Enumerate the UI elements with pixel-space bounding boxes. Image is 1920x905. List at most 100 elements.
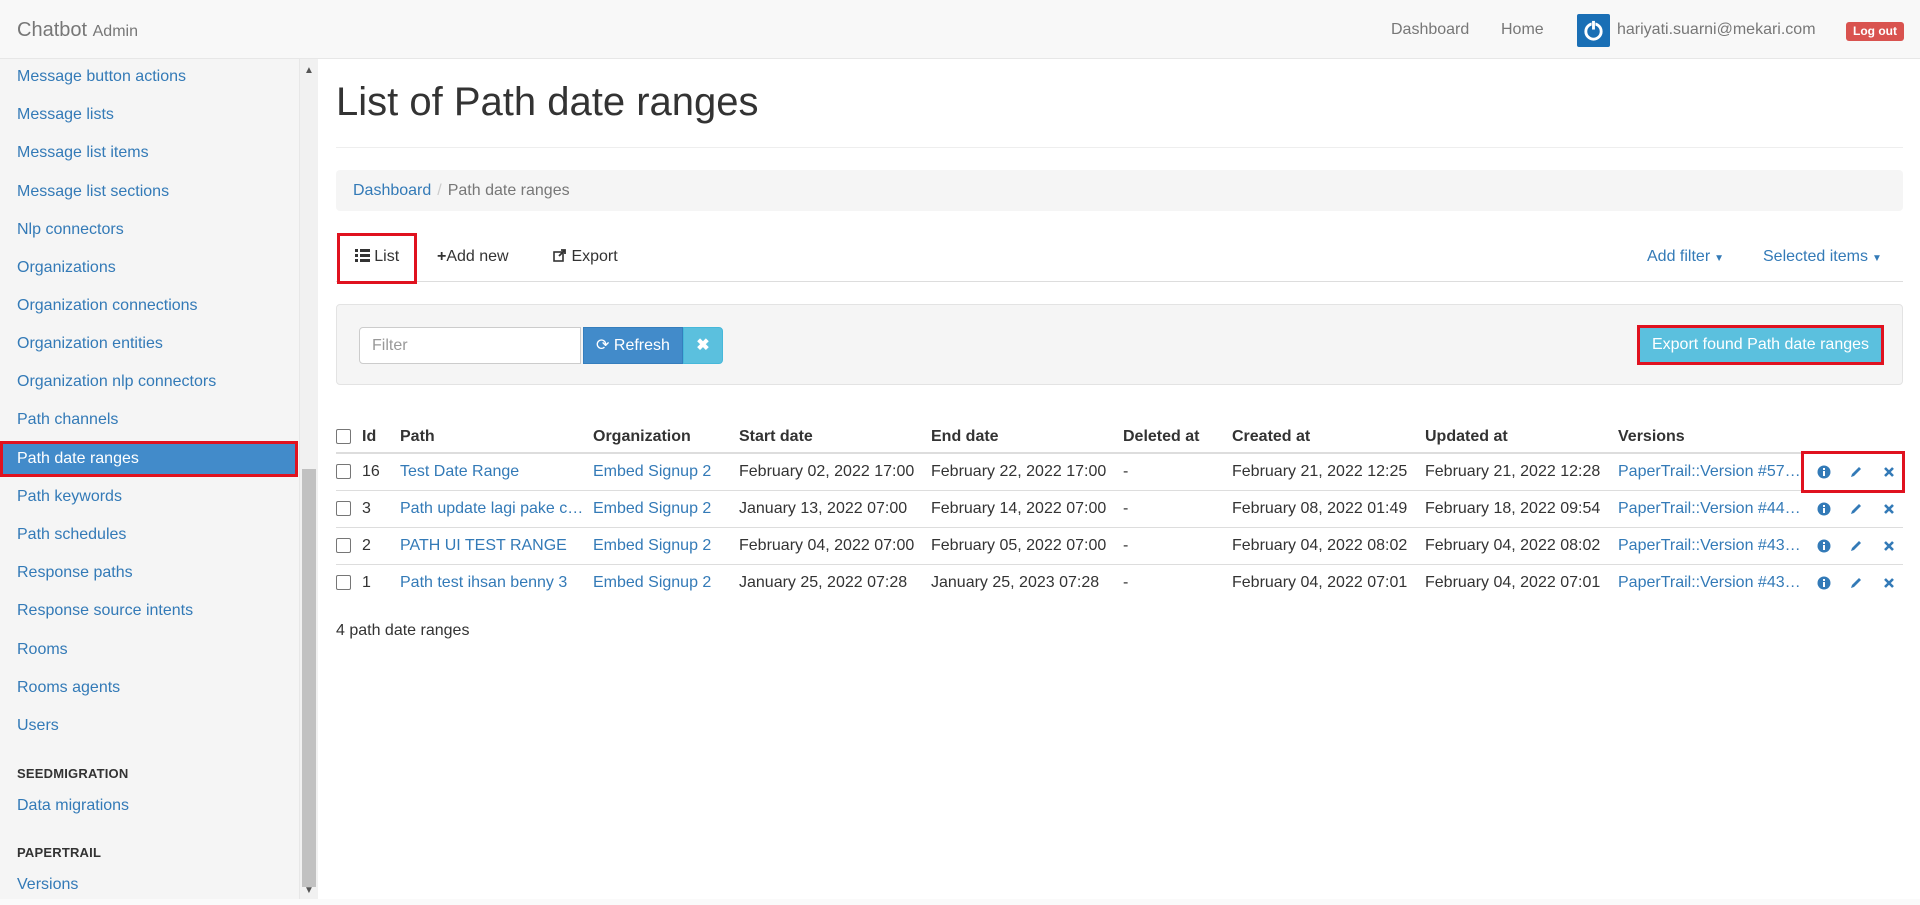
scroll-up-arrow-icon[interactable]: ▲ [304, 65, 314, 76]
cell-versions-link[interactable]: PaperTrail::Version #44… [1618, 500, 1801, 517]
sidebar-item-path-date-ranges[interactable]: Path date ranges [0, 441, 298, 477]
info-icon[interactable] [1817, 465, 1831, 479]
row-checkbox[interactable] [336, 538, 351, 554]
delete-icon[interactable] [1882, 576, 1896, 590]
breadcrumb-dashboard-link[interactable]: Dashboard [353, 182, 431, 199]
cell-updated-at: February 18, 2022 09:54 [1425, 490, 1618, 528]
filter-input[interactable] [359, 327, 581, 364]
info-icon[interactable] [1817, 576, 1831, 590]
column-header-updated-at[interactable]: Updated at [1425, 410, 1618, 454]
pencil-icon[interactable] [1849, 539, 1863, 553]
nav-dashboard-link[interactable]: Dashboard [1391, 21, 1469, 39]
sidebar-item-nlp-connectors[interactable]: Nlp connectors [0, 212, 298, 248]
title-divider [336, 147, 1903, 148]
sidebar-item-response-source-intents[interactable]: Response source intents [0, 593, 298, 629]
pencil-icon[interactable] [1849, 502, 1863, 516]
sidebar-item-message-lists[interactable]: Message lists [0, 97, 298, 133]
sidebar-item-path-schedules[interactable]: Path schedules [0, 517, 298, 553]
sidebar-item-organization-connections[interactable]: Organization connections [0, 288, 298, 324]
sidebar-item-data-migrations[interactable]: Data migrations [0, 788, 298, 824]
page-title: List of Path date ranges [336, 80, 759, 124]
plus-icon: + [437, 248, 447, 265]
sidebar-item-users[interactable]: Users [0, 708, 298, 744]
column-header-organization[interactable]: Organization [593, 410, 739, 454]
tab-export-label: Export [571, 248, 618, 265]
column-header-deleted-at[interactable]: Deleted at [1123, 410, 1232, 454]
cell-end-date: February 14, 2022 07:00 [931, 490, 1123, 528]
cell-path-link[interactable]: Path test ihsan benny 3 [400, 574, 567, 591]
cell-id: 3 [362, 490, 400, 528]
select-all-checkbox[interactable] [336, 429, 351, 445]
sidebar-item-path-keywords[interactable]: Path keywords [0, 479, 298, 515]
breadcrumb-current: Path date ranges [447, 182, 570, 199]
pencil-icon[interactable] [1849, 465, 1863, 479]
info-icon[interactable] [1817, 502, 1831, 516]
delete-icon[interactable] [1882, 539, 1896, 553]
export-found-button[interactable]: Export found Path date ranges [1637, 325, 1884, 365]
column-header-created-at[interactable]: Created at [1232, 410, 1425, 454]
cell-organization-link[interactable]: Embed Signup 2 [593, 574, 711, 591]
sidebar-item-rooms-agents[interactable]: Rooms agents [0, 670, 298, 706]
row-actions [1801, 451, 1905, 493]
sidebar-item-message-button-actions[interactable]: Message button actions [0, 59, 298, 95]
cell-updated-at: February 04, 2022 07:01 [1425, 564, 1618, 601]
row-checkbox[interactable] [336, 501, 351, 517]
tab-list[interactable]: List [337, 233, 417, 284]
add-filter-dropdown[interactable]: Add filter ▼ [1647, 233, 1724, 281]
cell-start-date: January 13, 2022 07:00 [739, 490, 931, 528]
cell-created-at: February 04, 2022 07:01 [1232, 564, 1425, 601]
cell-path-link[interactable]: PATH UI TEST RANGE [400, 537, 567, 554]
add-filter-label: Add filter [1647, 248, 1711, 265]
clear-filter-button[interactable]: ✖ [683, 327, 723, 364]
sidebar-item-versions[interactable]: Versions [0, 867, 298, 903]
delete-icon[interactable] [1882, 465, 1896, 479]
column-header-versions[interactable]: Versions [1618, 410, 1803, 454]
column-header-start-date[interactable]: Start date [739, 410, 931, 454]
row-checkbox-cell [336, 564, 362, 601]
avatar[interactable] [1577, 14, 1610, 47]
caret-down-icon: ▼ [1714, 253, 1725, 264]
sidebar-scrollbar[interactable]: ▲ ▼ [300, 59, 318, 905]
action-tabs: List +Add new Export Add filter ▼ Selecte… [336, 233, 1903, 284]
table-header-row: Id Path Organization Start date End date… [336, 410, 1903, 454]
cell-path-link[interactable]: Test Date Range [400, 463, 519, 480]
table-row: 1 Path test ihsan benny 3 Embed Signup 2… [336, 564, 1903, 601]
cell-created-at: February 04, 2022 08:02 [1232, 527, 1425, 565]
delete-icon[interactable] [1882, 502, 1896, 516]
brand[interactable]: Chatbot Admin [17, 19, 138, 42]
logout-button[interactable]: Log out [1846, 22, 1904, 41]
user-email[interactable]: hariyati.suarni@mekari.com [1617, 21, 1816, 39]
sidebar-item-organization-entities[interactable]: Organization entities [0, 326, 298, 362]
info-icon[interactable] [1817, 539, 1831, 553]
select-all-checkbox-cell [336, 410, 362, 454]
refresh-button[interactable]: ⟳ Refresh [583, 327, 683, 364]
tab-export[interactable]: Export [553, 233, 618, 281]
sidebar-item-organizations[interactable]: Organizations [0, 250, 298, 286]
sidebar-item-message-list-items[interactable]: Message list items [0, 135, 298, 171]
column-header-path[interactable]: Path [400, 410, 593, 454]
sidebar-item-rooms[interactable]: Rooms [0, 632, 298, 668]
cell-versions-link[interactable]: PaperTrail::Version #57… [1618, 463, 1801, 480]
cell-organization-link[interactable]: Embed Signup 2 [593, 500, 711, 517]
row-checkbox[interactable] [336, 575, 351, 591]
sidebar-item-response-paths[interactable]: Response paths [0, 555, 298, 591]
nav-home-link[interactable]: Home [1501, 21, 1544, 39]
tab-add-new[interactable]: +Add new [437, 233, 509, 281]
column-header-id[interactable]: Id [362, 410, 400, 454]
column-header-end-date[interactable]: End date [931, 410, 1123, 454]
sidebar-item-organization-nlp-connectors[interactable]: Organization nlp connectors [0, 364, 298, 400]
sidebar-item-path-channels[interactable]: Path channels [0, 402, 298, 438]
cell-organization-link[interactable]: Embed Signup 2 [593, 537, 711, 554]
cell-path-link[interactable]: Path update lagi pake c… [400, 500, 583, 517]
cell-versions-link[interactable]: PaperTrail::Version #43… [1618, 537, 1801, 554]
scroll-thumb[interactable] [302, 469, 316, 887]
cell-organization-link[interactable]: Embed Signup 2 [593, 463, 711, 480]
filter-panel: ⟳ Refresh ✖ Export found Path date range… [336, 304, 1903, 385]
pencil-icon[interactable] [1849, 576, 1863, 590]
scroll-down-arrow-icon[interactable]: ▼ [304, 885, 314, 896]
selected-items-dropdown[interactable]: Selected items ▼ [1763, 233, 1882, 281]
cell-versions-link[interactable]: PaperTrail::Version #43… [1618, 574, 1801, 591]
list-icon [354, 249, 370, 262]
sidebar-item-message-list-sections[interactable]: Message list sections [0, 174, 298, 210]
row-checkbox[interactable] [336, 464, 351, 480]
